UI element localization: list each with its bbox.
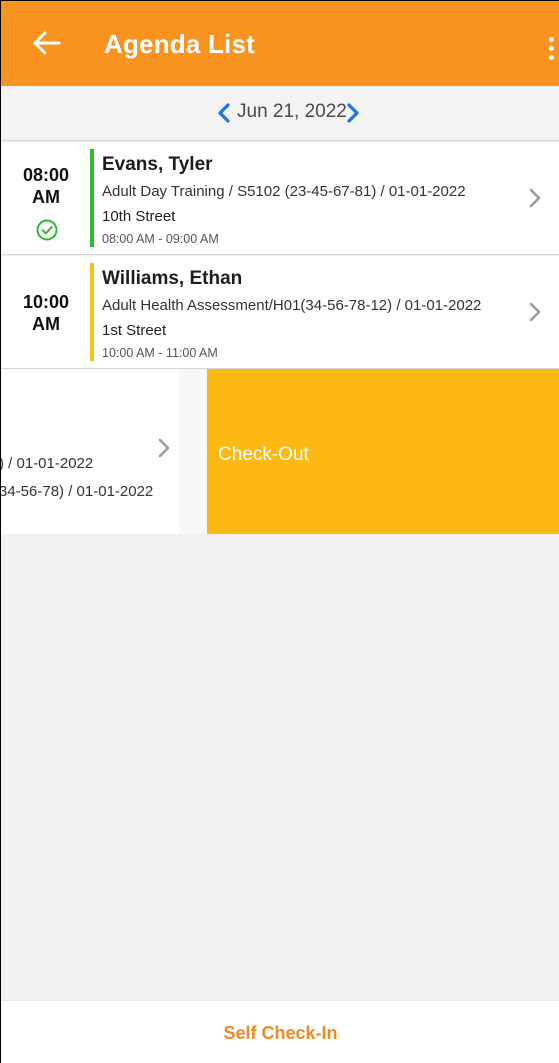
swiped-appointment-row[interactable]: ) / 01-01-2022 34-56-78) / 01-01-2022 Ch… [1,369,559,534]
street-address: 1st Street [102,322,167,339]
back-arrow-icon[interactable] [31,27,63,59]
service-description: Adult Health Assessment/H01(34-56-78-12)… [102,297,482,314]
chevron-right-icon[interactable] [157,437,171,459]
time-range: 08:00 AM - 09:00 AM [102,232,219,246]
self-check-in-button[interactable]: Self Check-In [1,1001,559,1063]
next-day-icon[interactable] [346,102,360,124]
appointment-time-ampm: AM [32,314,60,334]
appointment-card-shifted[interactable]: ) / 01-01-2022 34-56-78) / 01-01-2022 [1,369,179,534]
check-circle-icon [36,219,58,241]
client-name: Williams, Ethan [102,268,243,289]
service-description: Adult Day Training / S5102 (23-45-67-81)… [102,183,466,200]
appointment-time-value: 08:00 [22,165,70,185]
service-description-fragment: ) / 01-01-2022 [1,455,94,472]
app-bar: Agenda List [1,1,559,86]
status-bar [90,149,94,247]
appointment-time-value: 10:00 [22,292,70,312]
current-date: Jun 21, 2022 [237,101,347,122]
date-navigation: Jun 21, 2022 [1,86,559,141]
client-name: Evans, Tyler [102,154,213,175]
service-description-fragment: 34-56-78) / 01-01-2022 [1,483,154,500]
appointment-time: 08:00 AM [1,164,91,208]
status-bar [90,263,94,361]
app-screen: Agenda List Jun 21, 2022 08:00 AM Evans,… [0,0,559,1063]
page-title: Agenda List [104,29,255,59]
bottom-bar: Self Check-In [1,1000,559,1063]
street-address: 10th Street [102,208,176,225]
swipe-gap [179,369,207,534]
check-out-button[interactable]: Check-Out [207,369,559,534]
appointment-time: 10:00 AM [1,291,91,335]
check-out-label: Check-Out [218,444,309,465]
appointment-time-ampm: AM [32,187,60,207]
chevron-right-icon[interactable] [528,301,542,323]
chevron-right-icon[interactable] [528,187,542,209]
more-options-icon[interactable] [549,37,557,65]
time-range: 10:00 AM - 11:00 AM [102,346,218,360]
appointment-card[interactable]: 10:00 AM Williams, Ethan Adult Health As… [1,256,559,369]
appointment-card[interactable]: 08:00 AM Evans, Tyler Adult Day Training… [1,142,559,255]
previous-day-icon[interactable] [217,102,231,124]
